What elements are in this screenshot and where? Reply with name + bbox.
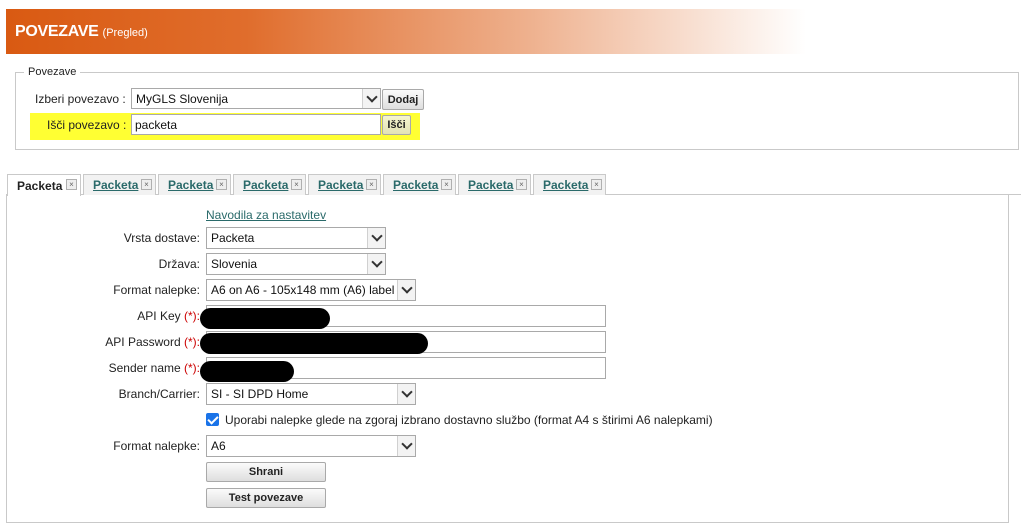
close-tab-icon[interactable]: ×	[291, 179, 302, 190]
redaction-mark	[200, 361, 294, 382]
tab-packeta[interactable]: Packeta ×	[458, 174, 531, 195]
check-icon	[206, 412, 219, 425]
connections-legend: Povezave	[24, 66, 81, 78]
label-format-select[interactable]: A6 on A6 - 105x148 mm (A6) label	[206, 279, 416, 301]
close-tab-icon[interactable]: ×	[216, 179, 227, 190]
close-tab-icon[interactable]: ×	[441, 179, 452, 190]
search-connection-label: Išči povezavo :	[47, 118, 127, 132]
tab-packeta[interactable]: Packeta ×	[83, 174, 156, 195]
tab-label: Packeta	[318, 178, 364, 192]
tab-label: Packeta	[393, 178, 439, 192]
required-mark: (*):	[184, 361, 200, 375]
tab-label: Packeta	[168, 178, 214, 192]
page-subtitle: (Pregled)	[102, 26, 148, 39]
delivery-type-value: Packeta	[211, 231, 255, 245]
page-header: POVEZAVE (Pregled)	[6, 9, 806, 54]
tab-label: Packeta	[243, 178, 289, 192]
country-label: Država:	[158, 257, 200, 271]
tab-label: Packeta	[93, 178, 139, 192]
label-format2-value: A6	[211, 439, 226, 453]
search-input[interactable]: packeta	[131, 114, 381, 135]
chevron-down-icon	[367, 228, 385, 248]
branch-carrier-label: Branch/Carrier:	[118, 387, 200, 401]
branch-carrier-value: SI - SI DPD Home	[211, 387, 309, 401]
api-password-label-text: API Password	[105, 335, 181, 349]
tab-packeta[interactable]: Packeta ×	[158, 174, 231, 195]
select-connection-label: Izberi povezavo :	[35, 92, 126, 106]
use-labels-checkbox[interactable]	[206, 412, 219, 426]
tab-packeta[interactable]: Packeta ×	[383, 174, 456, 195]
delivery-type-select[interactable]: Packeta	[206, 227, 386, 249]
tab-packeta[interactable]: Packeta ×	[308, 174, 381, 195]
tab-label: Packeta	[468, 178, 514, 192]
sender-name-label-text: Sender name	[108, 361, 181, 375]
branch-carrier-select[interactable]: SI - SI DPD Home	[206, 383, 416, 405]
tab-packeta[interactable]: Packeta ×	[533, 174, 606, 195]
chevron-down-icon	[397, 436, 415, 456]
tab-label: Packeta	[17, 178, 63, 193]
api-key-label-text: API Key	[137, 309, 181, 323]
label-format2-select[interactable]: A6	[206, 435, 416, 457]
close-tab-icon[interactable]: ×	[366, 179, 377, 190]
use-labels-checkbox-label: Uporabi nalepke glede na zgoraj izbrano …	[225, 413, 713, 427]
tab-packeta[interactable]: Packeta ×	[233, 174, 306, 195]
tab-packeta[interactable]: Packeta ×	[7, 174, 81, 196]
chevron-down-icon	[397, 384, 415, 404]
test-connection-button[interactable]: Test povezave	[206, 488, 326, 508]
redaction-mark	[200, 308, 330, 329]
redaction-mark	[200, 333, 428, 354]
connection-select[interactable]: MyGLS Slovenija	[131, 88, 381, 109]
close-tab-icon[interactable]: ×	[591, 179, 602, 190]
delivery-type-label: Vrsta dostave:	[123, 231, 200, 245]
chevron-down-icon	[367, 254, 385, 274]
country-value: Slovenia	[211, 257, 258, 271]
search-input-value: packeta	[135, 117, 178, 132]
connection-select-value: MyGLS Slovenija	[136, 91, 229, 106]
tab-label: Packeta	[543, 178, 589, 192]
page-title: POVEZAVE	[15, 22, 99, 40]
close-tab-icon[interactable]: ×	[516, 179, 527, 190]
country-select[interactable]: Slovenia	[206, 253, 386, 275]
chevron-down-icon	[397, 280, 415, 300]
label-format2-label: Format nalepke:	[113, 439, 200, 453]
search-button[interactable]: Išči	[382, 115, 411, 135]
label-format-value: A6 on A6 - 105x148 mm (A6) label	[211, 283, 395, 297]
close-tab-icon[interactable]: ×	[141, 179, 152, 190]
required-mark: (*):	[184, 309, 200, 323]
sender-name-label: Sender name (*):	[5, 361, 200, 375]
add-button[interactable]: Dodaj	[382, 89, 424, 110]
required-mark: (*):	[184, 335, 200, 349]
close-tab-icon[interactable]: ×	[66, 179, 77, 190]
chevron-down-icon	[362, 89, 380, 108]
save-button[interactable]: Shrani	[206, 462, 326, 482]
label-format-label: Format nalepke:	[113, 283, 200, 297]
instructions-link[interactable]: Navodila za nastavitev	[206, 208, 326, 222]
api-password-label: API Password (*):	[5, 335, 200, 349]
api-key-label: API Key (*):	[5, 309, 200, 323]
